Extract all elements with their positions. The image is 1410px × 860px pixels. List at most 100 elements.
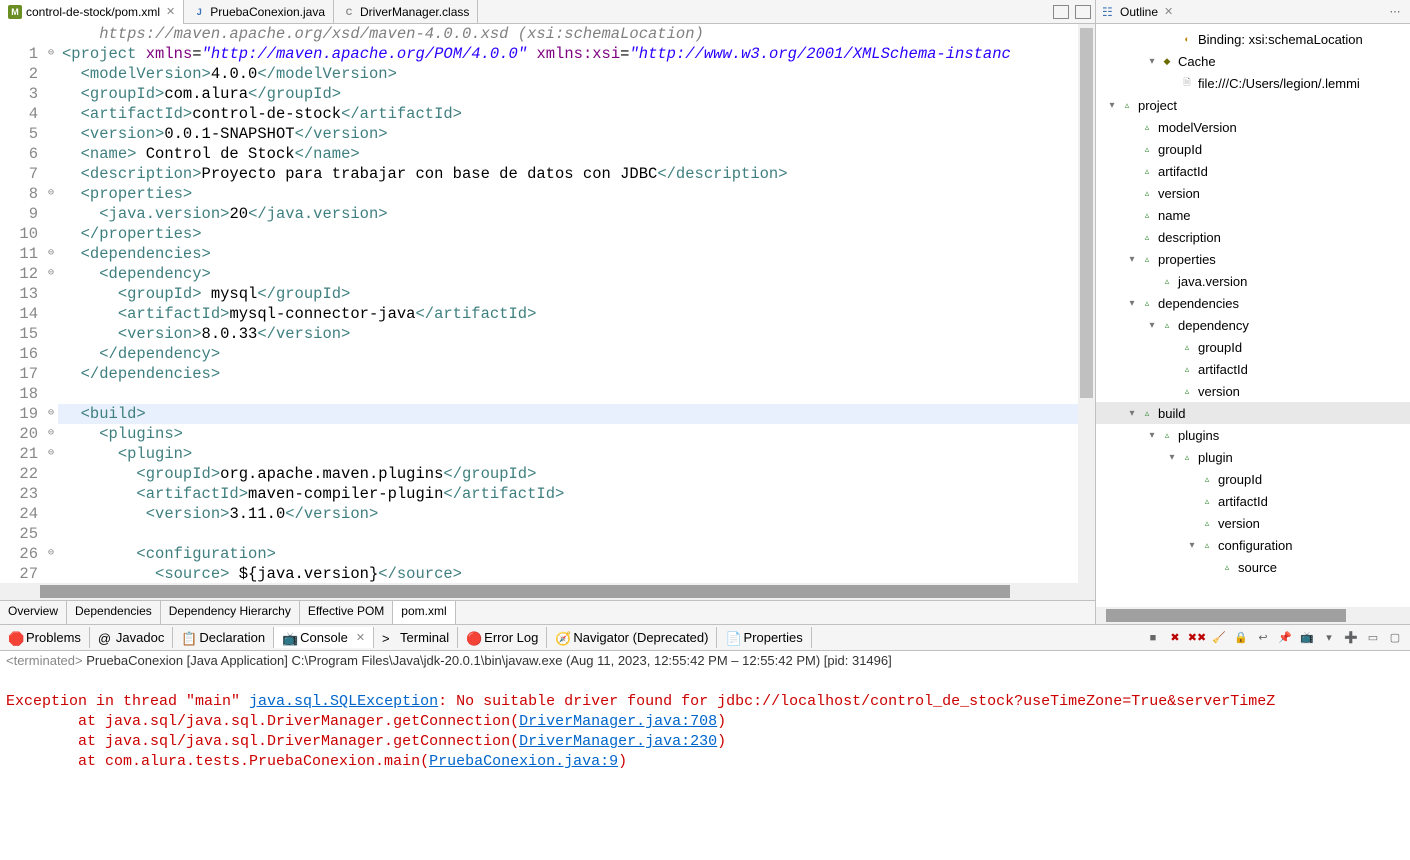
expand-icon[interactable]: ▾ <box>1144 56 1160 67</box>
close-icon[interactable]: ✕ <box>166 5 175 18</box>
fold-marker-icon[interactable]: ⊖ <box>44 404 58 424</box>
scroll-lock-icon[interactable]: 🔒 <box>1232 629 1250 647</box>
code-line[interactable]: <groupId>com.alura</groupId> <box>58 84 1095 104</box>
code-line[interactable]: <java.version>20</java.version> <box>58 204 1095 224</box>
code-line[interactable]: <description>Proyecto para trabajar con … <box>58 164 1095 184</box>
code-line[interactable]: <dependencies> <box>58 244 1095 264</box>
code-line[interactable]: </properties> <box>58 224 1095 244</box>
terminate-icon[interactable]: ■ <box>1144 629 1162 647</box>
code-line[interactable]: <version>8.0.33</version> <box>58 324 1095 344</box>
pom-tab[interactable]: Dependency Hierarchy <box>161 601 300 624</box>
code-line[interactable]: <artifactId>control-de-stock</artifactId… <box>58 104 1095 124</box>
outline-node[interactable]: ▾▵plugin <box>1096 446 1410 468</box>
word-wrap-icon[interactable]: ↩ <box>1254 629 1272 647</box>
outline-menu-icon[interactable]: ⋯ <box>1386 3 1404 21</box>
code-line[interactable]: <groupId> mysql</groupId> <box>58 284 1095 304</box>
expand-icon[interactable]: ▾ <box>1124 254 1140 265</box>
code-line[interactable]: <artifactId>maven-compiler-plugin</artif… <box>58 484 1095 504</box>
outline-node[interactable]: ▵artifactId <box>1096 490 1410 512</box>
remove-all-icon[interactable]: ✖✖ <box>1188 629 1206 647</box>
code-line[interactable]: <plugins> <box>58 424 1095 444</box>
new-console-icon[interactable]: ➕ <box>1342 629 1360 647</box>
maximize-editor-icon[interactable] <box>1075 5 1091 19</box>
view-tab[interactable]: 📋Declaration <box>173 627 274 648</box>
max-view-icon[interactable]: ▢ <box>1386 629 1404 647</box>
exception-link[interactable]: java.sql.SQLException <box>249 693 438 710</box>
close-icon[interactable]: ✕ <box>356 631 365 644</box>
expand-icon[interactable]: ▾ <box>1104 100 1120 111</box>
view-tab[interactable]: 🛑Problems <box>0 627 90 648</box>
outline-node[interactable]: ▵artifactId <box>1096 160 1410 182</box>
outline-node[interactable]: ▵java.version <box>1096 270 1410 292</box>
code-line[interactable]: <source> ${java.version}</source> <box>58 564 1095 583</box>
fold-marker-icon[interactable]: ⊖ <box>44 264 58 284</box>
code-line[interactable]: <plugin> <box>58 444 1095 464</box>
outline-node[interactable]: ▾▵plugins <box>1096 424 1410 446</box>
fold-marker-icon[interactable]: ⊖ <box>44 244 58 264</box>
outline-node[interactable]: ▵artifactId <box>1096 358 1410 380</box>
outline-node[interactable]: ▵version <box>1096 182 1410 204</box>
code-line[interactable]: <modelVersion>4.0.0</modelVersion> <box>58 64 1095 84</box>
expand-icon[interactable]: ▾ <box>1164 452 1180 463</box>
code-line[interactable]: https://maven.apache.org/xsd/maven-4.0.0… <box>58 24 1095 44</box>
code-line[interactable]: <name> Control de Stock</name> <box>58 144 1095 164</box>
pom-tab[interactable]: Dependencies <box>67 601 161 624</box>
console-output[interactable]: Exception in thread "main" java.sql.SQLE… <box>0 670 1410 860</box>
code-line[interactable]: <version>0.0.1-SNAPSHOT</version> <box>58 124 1095 144</box>
outline-tree[interactable]: ◐Binding: xsi:schemaLocation▾◆Cache🗎file… <box>1096 24 1410 607</box>
outline-node[interactable]: ◐Binding: xsi:schemaLocation <box>1096 28 1410 50</box>
stack-link[interactable]: PruebaConexion.java:9 <box>429 753 618 770</box>
horizontal-scrollbar[interactable] <box>0 583 1095 600</box>
code-line[interactable] <box>58 384 1095 404</box>
fold-marker-icon[interactable]: ⊖ <box>44 444 58 464</box>
minimize-editor-icon[interactable] <box>1053 5 1069 19</box>
open-console-icon[interactable]: ▾ <box>1320 629 1338 647</box>
code-editor[interactable]: 1234567891011121314151617181920212223242… <box>0 24 1095 583</box>
code-line[interactable]: </dependencies> <box>58 364 1095 384</box>
editor-tab[interactable]: Mcontrol-de-stock/pom.xml✕ <box>0 0 184 24</box>
code-line[interactable] <box>58 524 1095 544</box>
outline-node[interactable]: ▵description <box>1096 226 1410 248</box>
fold-marker-icon[interactable]: ⊖ <box>44 184 58 204</box>
code-line[interactable]: <version>3.11.0</version> <box>58 504 1095 524</box>
display-selected-icon[interactable]: 📺 <box>1298 629 1316 647</box>
expand-icon[interactable]: ▾ <box>1184 540 1200 551</box>
code-line[interactable]: <dependency> <box>58 264 1095 284</box>
code-line[interactable]: <groupId>org.apache.maven.plugins</group… <box>58 464 1095 484</box>
outline-node[interactable]: ▵modelVersion <box>1096 116 1410 138</box>
pom-tab[interactable]: pom.xml <box>393 601 455 624</box>
stack-link[interactable]: DriverManager.java:708 <box>519 713 717 730</box>
outline-node[interactable]: ▾▵dependency <box>1096 314 1410 336</box>
outline-node[interactable]: ▾▵project <box>1096 94 1410 116</box>
pom-tab[interactable]: Effective POM <box>300 601 393 624</box>
close-icon[interactable]: ✕ <box>1164 5 1173 18</box>
view-tab[interactable]: 🧭Navigator (Deprecated) <box>547 627 717 648</box>
code-line[interactable]: <configuration> <box>58 544 1095 564</box>
view-tab[interactable]: @Javadoc <box>90 627 173 648</box>
outline-node[interactable]: ▵groupId <box>1096 138 1410 160</box>
view-tab[interactable]: 📺Console✕ <box>274 627 374 648</box>
code-line[interactable]: <artifactId>mysql-connector-java</artifa… <box>58 304 1095 324</box>
expand-icon[interactable]: ▾ <box>1124 298 1140 309</box>
outline-node[interactable]: ▵version <box>1096 512 1410 534</box>
outline-node[interactable]: ▾◆Cache <box>1096 50 1410 72</box>
pom-tab[interactable]: Overview <box>0 601 67 624</box>
expand-icon[interactable]: ▾ <box>1144 430 1160 441</box>
outline-node[interactable]: 🗎file:///C:/Users/legion/.lemmi <box>1096 72 1410 94</box>
outline-node[interactable]: ▾▵configuration <box>1096 534 1410 556</box>
min-view-icon[interactable]: ▭ <box>1364 629 1382 647</box>
fold-marker-icon[interactable]: ⊖ <box>44 544 58 564</box>
outline-node[interactable]: ▾▵properties <box>1096 248 1410 270</box>
code-line[interactable]: <build> <box>58 404 1095 424</box>
vertical-scrollbar[interactable] <box>1078 24 1095 583</box>
outline-node[interactable]: ▵source <box>1096 556 1410 578</box>
view-tab[interactable]: >Terminal <box>374 627 458 648</box>
clear-console-icon[interactable]: 🧹 <box>1210 629 1228 647</box>
editor-tab[interactable]: JPruebaConexion.java <box>184 0 334 24</box>
outline-node[interactable]: ▾▵build <box>1096 402 1410 424</box>
fold-marker-icon[interactable]: ⊖ <box>44 424 58 444</box>
outline-node[interactable]: ▵version <box>1096 380 1410 402</box>
remove-launch-icon[interactable]: ✖ <box>1166 629 1184 647</box>
code-area[interactable]: https://maven.apache.org/xsd/maven-4.0.0… <box>58 24 1095 583</box>
pin-console-icon[interactable]: 📌 <box>1276 629 1294 647</box>
